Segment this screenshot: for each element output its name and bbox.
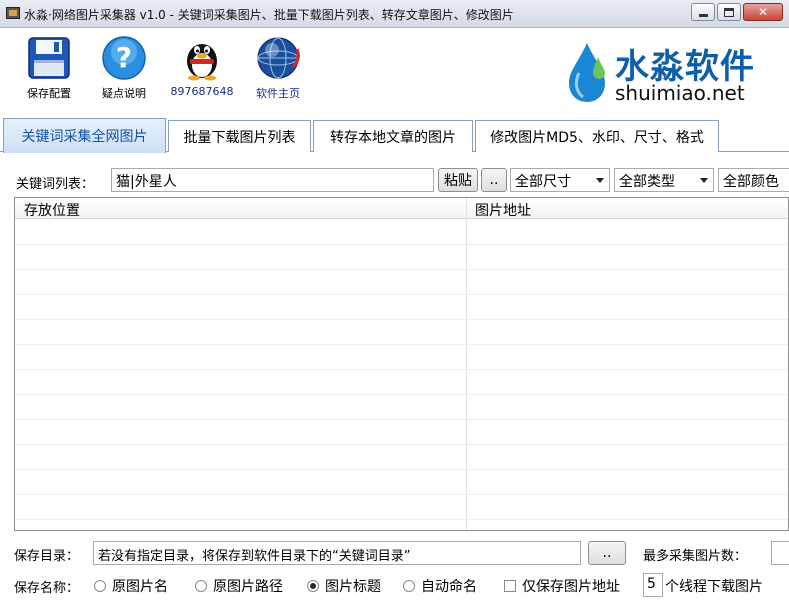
chevron-down-icon (596, 178, 604, 183)
radio-label: 原图片名 (112, 579, 168, 595)
window-controls: ✕ (691, 3, 783, 21)
row-divider (15, 494, 788, 495)
checkbox-box (504, 580, 516, 592)
minimize-icon (698, 14, 708, 17)
color-select-value: 全部颜色 (723, 174, 779, 190)
radio-image-title[interactable]: 图片标题 (307, 576, 381, 596)
chevron-down-icon (700, 178, 708, 183)
title-bar: 水淼·网络图片采集器 v1.0 - 关键词采集图片、批量下载图片列表、转存文章图… (0, 0, 789, 28)
row-divider (15, 419, 788, 420)
app-icon (6, 7, 20, 19)
homepage-button[interactable]: 软件主页 (246, 35, 310, 101)
paste-button[interactable]: 粘贴 (438, 168, 478, 192)
keyword-label: 关键词列表： (16, 177, 95, 192)
save-dir-label: 保存目录： (14, 549, 80, 564)
keyword-browse-button[interactable]: .. (481, 168, 507, 192)
keyword-row: 关键词列表： 猫|外星人 粘贴 .. 全部尺寸 全部类型 全部颜色 (0, 168, 789, 194)
row-divider (15, 344, 788, 345)
tab-batch-download[interactable]: 批量下载图片列表 (168, 120, 311, 152)
radio-label: 自动命名 (421, 579, 477, 595)
maximize-button[interactable] (717, 3, 741, 21)
results-table[interactable]: 存放位置 图片地址 (14, 197, 789, 531)
window-title: 水淼·网络图片采集器 v1.0 - 关键词采集图片、批量下载图片列表、转存文章图… (24, 8, 514, 22)
tab-bar: 关键词采集全网图片 批量下载图片列表 转存本地文章的图片 修改图片MD5、水印、… (0, 116, 789, 153)
row-divider (15, 319, 788, 320)
save-name-row: 保存名称： 原图片名 原图片路径 图片标题 自动命名 仅保存图片地址 5 个线程… (0, 573, 789, 597)
checkbox-label: 仅保存图片地址 (522, 579, 620, 595)
floppy-disk-icon (28, 37, 70, 79)
save-dir-input[interactable]: 若没有指定目录，将保存到软件目录下的“关键词目录” (93, 541, 581, 565)
save-name-label: 保存名称： (14, 581, 80, 596)
type-select-value: 全部类型 (619, 174, 675, 190)
radio-auto-name[interactable]: 自动命名 (403, 576, 477, 596)
homepage-label: 软件主页 (256, 87, 300, 100)
qq-button[interactable]: 897687648 (170, 35, 234, 98)
type-select[interactable]: 全部类型 (614, 168, 714, 192)
row-divider (15, 444, 788, 445)
row-divider (15, 269, 788, 270)
radio-original-name[interactable]: 原图片名 (94, 576, 168, 596)
checkbox-url-only[interactable]: 仅保存图片地址 (504, 576, 620, 596)
brand-logo: 水淼软件 shuimiao.net (565, 37, 765, 107)
maximize-icon (724, 7, 734, 17)
water-drop-icon (569, 43, 605, 102)
radio-circle-selected (307, 580, 319, 592)
question-mark-icon: ? (102, 36, 146, 80)
row-divider (15, 369, 788, 370)
size-select[interactable]: 全部尺寸 (510, 168, 610, 192)
threads-label: 个线程下载图片 (665, 579, 763, 595)
row-divider (15, 519, 788, 520)
globe-icon (257, 37, 300, 79)
toolbar: 保存配置 ? 疑点说明 897687648 软件主页 水淼软件 shuimiao… (0, 29, 789, 115)
tab-local-article[interactable]: 转存本地文章的图片 (313, 120, 473, 152)
save-dir-browse-button[interactable]: .. (588, 541, 626, 565)
radio-circle (403, 580, 415, 592)
tab-keyword-collect[interactable]: 关键词采集全网图片 (3, 118, 166, 153)
qq-penguin-icon (187, 44, 217, 81)
threads-input[interactable]: 5 (643, 573, 663, 597)
column-header-url[interactable]: 图片地址 (475, 200, 531, 220)
color-select[interactable]: 全部颜色 (718, 168, 789, 192)
radio-circle (195, 580, 207, 592)
column-divider (466, 198, 467, 530)
close-button[interactable]: ✕ (743, 3, 783, 21)
row-divider (15, 394, 788, 395)
radio-label: 图片标题 (325, 579, 381, 595)
qq-number: 897687648 (170, 85, 234, 98)
svg-text:?: ? (116, 41, 132, 74)
radio-label: 原图片路径 (213, 579, 283, 595)
keyword-input[interactable]: 猫|外星人 (111, 168, 434, 192)
brand-name-en: shuimiao.net (615, 81, 745, 105)
help-button[interactable]: ? 疑点说明 (96, 35, 152, 101)
save-dir-row: 保存目录： 若没有指定目录，将保存到软件目录下的“关键词目录” .. 最多采集图… (0, 541, 789, 565)
max-images-label: 最多采集图片数： (643, 549, 748, 564)
save-config-label: 保存配置 (27, 87, 71, 100)
row-divider (15, 469, 788, 470)
minimize-button[interactable] (691, 3, 715, 21)
max-images-input[interactable] (771, 541, 789, 565)
radio-original-path[interactable]: 原图片路径 (195, 576, 283, 596)
row-divider (15, 294, 788, 295)
close-icon: ✕ (757, 5, 769, 19)
row-divider (15, 244, 788, 245)
save-config-button[interactable]: 保存配置 (22, 35, 76, 101)
radio-circle (94, 580, 106, 592)
size-select-value: 全部尺寸 (515, 174, 571, 190)
column-header-location[interactable]: 存放位置 (24, 200, 80, 220)
tab-modify-image[interactable]: 修改图片MD5、水印、尺寸、格式 (475, 120, 719, 152)
table-header: 存放位置 图片地址 (15, 198, 788, 219)
help-label: 疑点说明 (102, 87, 146, 100)
